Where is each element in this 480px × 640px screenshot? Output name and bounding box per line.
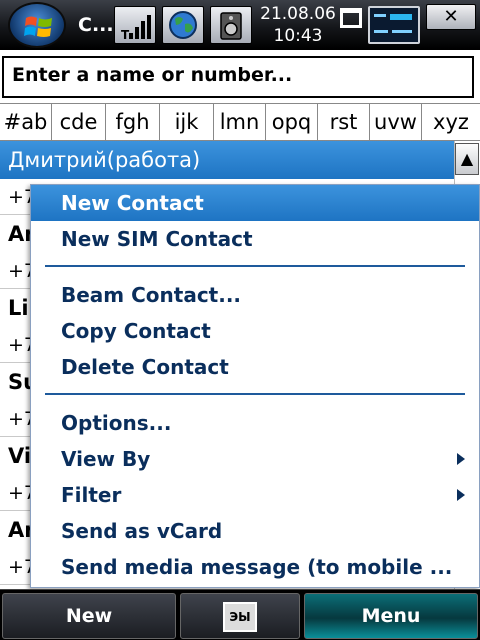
context-menu: New Contact New SIM Contact Beam Contact… xyxy=(30,184,480,588)
app-title: C... xyxy=(78,14,114,36)
globe-icon[interactable] xyxy=(162,6,204,44)
signal-icon[interactable]: T xyxy=(114,6,156,44)
alpha-tab-ab[interactable]: #ab xyxy=(0,104,52,140)
alpha-tab-xyz[interactable]: xyz xyxy=(422,104,480,140)
alphabet-bar: #ab cde fgh ijk lmn opq rst uvw xyz xyxy=(0,103,480,141)
windows-start-icon xyxy=(24,16,52,37)
menu-divider xyxy=(45,265,465,267)
alpha-tab-opq[interactable]: opq xyxy=(266,104,318,140)
keyboard-icon: ЭЫ xyxy=(223,602,257,632)
submenu-arrow-icon xyxy=(457,489,465,501)
softkey-bar: New ЭЫ Menu xyxy=(0,589,480,640)
title-bar: C... T 21.08.06 10:43 ✕ xyxy=(0,0,480,50)
volume-icon[interactable] xyxy=(210,6,252,44)
alpha-tab-uvw[interactable]: uvw xyxy=(370,104,422,140)
window-button[interactable] xyxy=(340,8,362,28)
menu-button[interactable]: Menu xyxy=(304,593,478,639)
close-button[interactable]: ✕ xyxy=(426,4,476,30)
start-button[interactable] xyxy=(8,2,66,48)
date-text: 21.08.06 xyxy=(260,4,336,24)
alpha-tab-lmn[interactable]: lmn xyxy=(214,104,266,140)
alpha-tab-cde[interactable]: cde xyxy=(52,104,106,140)
menu-copy-contact[interactable]: Copy Contact xyxy=(31,313,479,349)
menu-divider xyxy=(45,393,465,395)
menu-delete-contact[interactable]: Delete Contact xyxy=(31,349,479,385)
menu-new-contact[interactable]: New Contact xyxy=(31,185,479,221)
scroll-up-icon[interactable]: ▲ xyxy=(455,143,479,175)
menu-filter-label: Filter xyxy=(61,483,122,507)
alpha-tab-fgh[interactable]: fgh xyxy=(106,104,160,140)
alpha-tab-rst[interactable]: rst xyxy=(318,104,370,140)
keyboard-button[interactable]: ЭЫ xyxy=(180,593,300,639)
menu-send-vcard[interactable]: Send as vCard xyxy=(31,513,479,549)
time-text: 10:43 xyxy=(273,26,323,46)
contact-name[interactable]: Дмитрий(работа) xyxy=(0,141,454,179)
svg-text:T: T xyxy=(121,28,130,42)
menu-view-by-label: View By xyxy=(61,447,151,471)
menu-new-sim-contact[interactable]: New SIM Contact xyxy=(31,221,479,257)
menu-beam-contact[interactable]: Beam Contact... xyxy=(31,277,479,313)
connectivity-icon[interactable] xyxy=(368,6,420,44)
new-button[interactable]: New xyxy=(2,593,176,639)
menu-options[interactable]: Options... xyxy=(31,405,479,441)
menu-send-media-message[interactable]: Send media message (to mobile ... xyxy=(31,549,479,585)
menu-view-by[interactable]: View By xyxy=(31,441,479,477)
submenu-arrow-icon xyxy=(457,453,465,465)
alpha-tab-ijk[interactable]: ijk xyxy=(160,104,214,140)
menu-filter[interactable]: Filter xyxy=(31,477,479,513)
search-input[interactable]: Enter a name or number... xyxy=(2,56,474,98)
